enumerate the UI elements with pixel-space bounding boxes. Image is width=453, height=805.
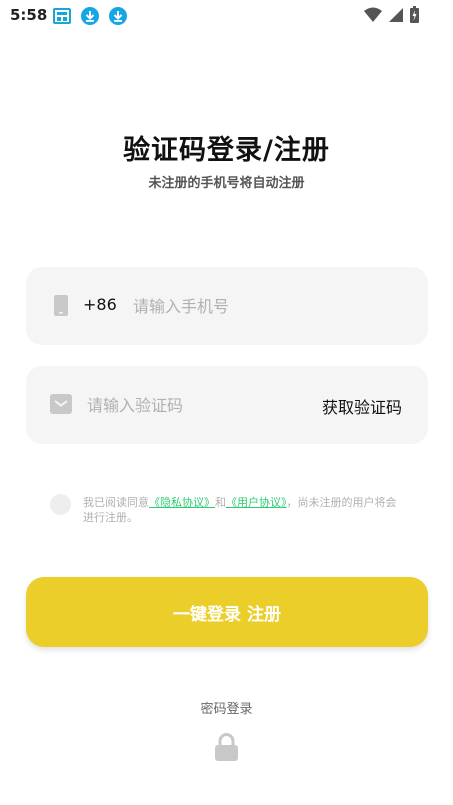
wifi-icon bbox=[364, 7, 382, 22]
battery-icon bbox=[410, 6, 419, 23]
one-click-login-button[interactable]: 一键登录 注册 bbox=[26, 577, 428, 647]
phone-field[interactable]: +86 bbox=[26, 267, 428, 345]
agreement-text: 我已阅读同意《隐私协议》和《用户协议》，尚未注册的用户将会进行注册。 bbox=[83, 495, 405, 525]
password-login-link[interactable]: 密码登录 bbox=[0, 698, 453, 717]
agreement-prefix: 我已阅读同意 bbox=[83, 496, 149, 509]
page-title: 验证码登录/注册 bbox=[123, 135, 330, 166]
mail-icon bbox=[50, 394, 72, 414]
system-icons bbox=[364, 6, 419, 23]
status-bar: 5:58 bbox=[0, 0, 453, 32]
phone-input[interactable] bbox=[133, 289, 393, 323]
signal-icon bbox=[389, 7, 403, 22]
privacy-policy-link[interactable]: 《隐私协议》 bbox=[149, 496, 215, 509]
page-subtitle: 未注册的手机号将自动注册 bbox=[148, 176, 305, 191]
download-icon bbox=[109, 7, 127, 25]
notification-icons bbox=[52, 6, 128, 26]
agreement-checkbox[interactable] bbox=[50, 494, 71, 515]
download-icon bbox=[81, 7, 99, 25]
user-agreement-link[interactable]: 《用户协议》 bbox=[226, 496, 287, 509]
app-notification-icon bbox=[53, 8, 71, 24]
lock-icon[interactable] bbox=[214, 733, 239, 761]
get-code-button[interactable]: 获取验证码 bbox=[322, 394, 402, 418]
country-code[interactable]: +86 bbox=[83, 295, 117, 314]
code-field[interactable]: 获取验证码 bbox=[26, 366, 428, 444]
code-input[interactable] bbox=[87, 388, 287, 422]
agreement-and: 和 bbox=[215, 496, 226, 509]
phone-icon bbox=[54, 295, 68, 316]
status-time: 5:58 bbox=[10, 6, 48, 24]
